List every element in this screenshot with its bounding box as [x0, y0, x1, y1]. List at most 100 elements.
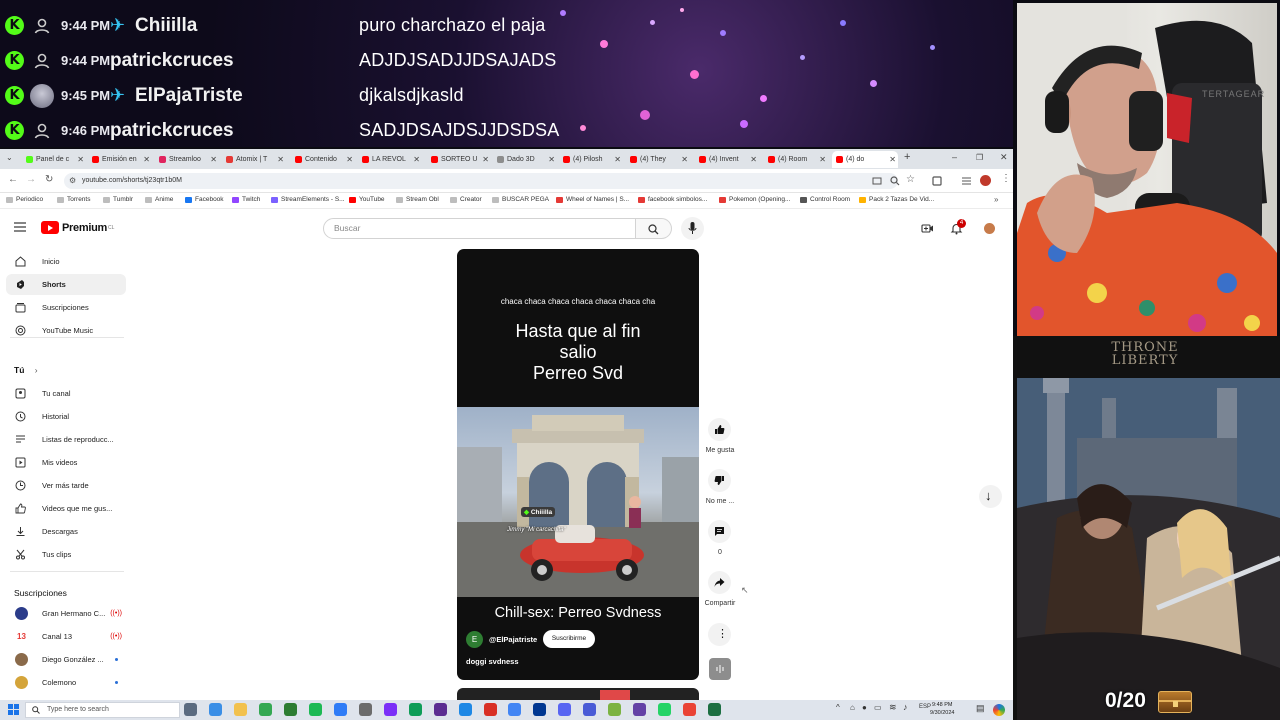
- youtube-logo[interactable]: Premium CL: [41, 221, 114, 234]
- sidebar-item-ver-mas-tarde[interactable]: Ver más tarde: [6, 475, 126, 496]
- more-options-icon[interactable]: ⋮: [1001, 173, 1011, 184]
- create-video-icon[interactable]: [921, 222, 934, 235]
- menu-list-icon[interactable]: [961, 176, 972, 186]
- bookmark-item[interactable]: BUSCAR PEGA: [492, 196, 549, 203]
- browser-tab[interactable]: Atomix | T ✕: [222, 151, 286, 168]
- app-icon[interactable]: [333, 703, 347, 716]
- comments-button[interactable]: [708, 520, 731, 543]
- close-window-button[interactable]: ✕: [1000, 152, 1008, 163]
- whatsapp-icon[interactable]: [658, 703, 672, 716]
- bookmark-item[interactable]: Control Room: [800, 196, 850, 203]
- app-icon[interactable]: [583, 703, 597, 716]
- subscription-item[interactable]: Colemono: [6, 672, 126, 693]
- app-icon[interactable]: [283, 703, 297, 716]
- sidebar-item-shorts[interactable]: Shorts: [6, 274, 126, 295]
- zoom-icon[interactable]: [890, 176, 900, 186]
- channel-avatar[interactable]: E: [466, 631, 483, 648]
- sidebar-item-suscripciones[interactable]: Suscripciones: [6, 297, 126, 318]
- app-icon[interactable]: [408, 703, 422, 716]
- extensions-icon[interactable]: [932, 176, 942, 186]
- taskbar-search-input[interactable]: Type here to search: [25, 702, 180, 718]
- browser-tab[interactable]: (4) do ✕: [832, 151, 898, 168]
- tab-close-icon[interactable]: ✕: [210, 155, 217, 164]
- app-icon[interactable]: [358, 703, 372, 716]
- bookmark-item[interactable]: Torrents: [57, 196, 90, 203]
- bookmark-item[interactable]: Stream Obl: [396, 196, 439, 203]
- bookmark-item[interactable]: Pack 2 Tazas De Vid...: [859, 196, 934, 203]
- sidebar-item-mis-videos[interactable]: Mis videos: [6, 452, 126, 473]
- windows-start-icon[interactable]: [8, 704, 19, 715]
- sidebar-item-tus-clips[interactable]: Tus clips: [6, 544, 126, 565]
- browser-tab[interactable]: (4) Room ✕: [764, 151, 828, 168]
- minimize-button[interactable]: –: [952, 152, 957, 162]
- profile-avatar[interactable]: [980, 175, 991, 186]
- search-input[interactable]: Buscar: [323, 218, 636, 239]
- account-avatar[interactable]: [984, 223, 995, 234]
- tab-close-icon[interactable]: ✕: [819, 155, 826, 164]
- subscription-item[interactable]: Gran Hermano C... ((•)): [6, 603, 126, 624]
- sidebar-item-inicio[interactable]: Inicio: [6, 251, 126, 272]
- browser-tab[interactable]: SORTEO U ✕: [427, 151, 491, 168]
- bookmarks-overflow-icon[interactable]: »: [994, 195, 998, 204]
- bookmark-item[interactable]: Pokemon (Opening...: [719, 196, 790, 203]
- bookmark-item[interactable]: YouTube: [349, 196, 385, 203]
- tab-close-icon[interactable]: ✕: [681, 155, 688, 164]
- forward-icon[interactable]: →: [26, 174, 36, 185]
- sidebar-item-descargas[interactable]: Descargas: [6, 521, 126, 542]
- excel-icon[interactable]: [708, 703, 722, 716]
- tab-close-icon[interactable]: ✕: [750, 155, 757, 164]
- bookmark-item[interactable]: facebook simbolos...: [638, 196, 707, 203]
- app-icon[interactable]: [383, 703, 397, 716]
- app-icon[interactable]: [508, 703, 522, 716]
- browser-tab[interactable]: Panel de c ✕: [22, 151, 86, 168]
- tab-close-icon[interactable]: ✕: [889, 155, 896, 164]
- app-icon[interactable]: [633, 703, 647, 716]
- voice-search-button[interactable]: [681, 217, 704, 240]
- channel-name[interactable]: @ElPajatriste: [489, 635, 537, 644]
- microphone-tray-icon[interactable]: ●: [862, 703, 867, 712]
- network-icon[interactable]: ⌂: [850, 703, 855, 712]
- bookmark-item[interactable]: Creator: [450, 196, 482, 203]
- spotify-icon[interactable]: [308, 703, 322, 716]
- tab-close-icon[interactable]: ✕: [482, 155, 489, 164]
- browser-tab[interactable]: LA REVOL ✕: [358, 151, 422, 168]
- search-button[interactable]: [636, 218, 672, 239]
- browser-tab[interactable]: Contenido ✕: [291, 151, 355, 168]
- bookmark-star-icon[interactable]: ☆: [906, 174, 915, 185]
- bookmark-item[interactable]: Twitch: [232, 196, 260, 203]
- app-icon[interactable]: [458, 703, 472, 716]
- sidebar-item-tu-canal[interactable]: Tu canal: [6, 383, 126, 404]
- bookmark-item[interactable]: Anime: [145, 196, 173, 203]
- subscribe-button[interactable]: Suscribirme: [543, 630, 595, 648]
- notification-center-icon[interactable]: [993, 704, 1005, 716]
- restore-button[interactable]: ❐: [976, 153, 983, 162]
- bookmark-item[interactable]: Wheel of Names | S...: [556, 196, 629, 203]
- bookmark-item[interactable]: Facebook: [185, 196, 224, 203]
- next-short-preview[interactable]: [457, 688, 699, 700]
- app-icon[interactable]: [558, 703, 572, 716]
- bookmark-item[interactable]: StreamElements - S...: [271, 196, 345, 203]
- bookmark-item[interactable]: Tumblr: [103, 196, 133, 203]
- browser-tab[interactable]: (4) Invent ✕: [695, 151, 759, 168]
- app-icon[interactable]: [533, 703, 547, 716]
- hamburger-menu-icon[interactable]: [14, 222, 26, 232]
- app-icon[interactable]: [433, 703, 447, 716]
- tab-close-icon[interactable]: ✕: [143, 155, 150, 164]
- bookmark-item[interactable]: Periodico: [6, 196, 43, 203]
- next-short-button[interactable]: ↓: [979, 485, 1002, 508]
- more-actions-button[interactable]: ⋮: [708, 623, 731, 646]
- task-view-icon[interactable]: [184, 703, 197, 716]
- browser-tab[interactable]: Dado 3D ✕: [493, 151, 557, 168]
- app-icon[interactable]: [608, 703, 622, 716]
- tab-close-icon[interactable]: ✕: [413, 155, 420, 164]
- chat-tray-icon[interactable]: ▤: [976, 703, 985, 714]
- subscription-item[interactable]: Diego González ...: [6, 649, 126, 670]
- sidebar-item-historial[interactable]: Historial: [6, 406, 126, 427]
- battery-icon[interactable]: ▭: [874, 703, 882, 712]
- like-button[interactable]: [708, 418, 731, 441]
- tab-close-icon[interactable]: ✕: [614, 155, 621, 164]
- app-icon[interactable]: [483, 703, 497, 716]
- new-tab-button[interactable]: +: [904, 151, 910, 163]
- back-icon[interactable]: ←: [8, 174, 18, 185]
- file-explorer-icon[interactable]: [233, 703, 247, 716]
